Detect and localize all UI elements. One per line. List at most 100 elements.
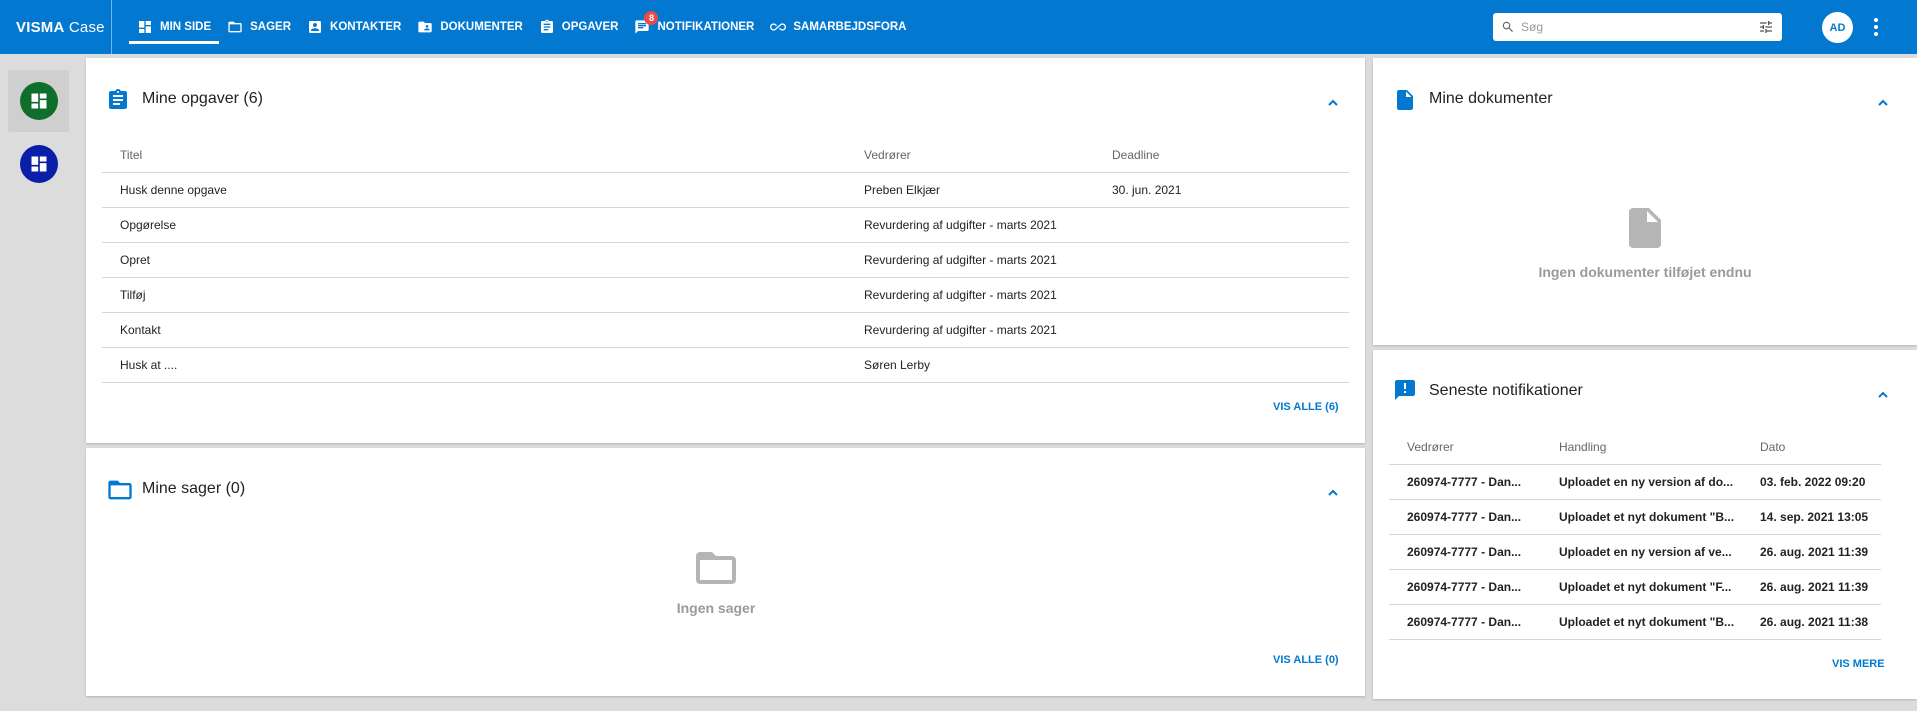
cases-card: Mine sager (0) Ingen sager VIS ALLE (0) bbox=[86, 448, 1365, 696]
app-logo[interactable]: VISMA Case bbox=[0, 0, 112, 54]
column-header[interactable]: Handling bbox=[1541, 430, 1742, 465]
nav-item-dokumenter[interactable]: DOKUMENTER bbox=[409, 0, 530, 54]
nav-label: NOTIFIKATIONER bbox=[657, 21, 755, 33]
assignment-icon bbox=[540, 19, 553, 33]
task-deadline bbox=[1094, 277, 1349, 313]
documents-card: Mine dokumenter Ingen dokumenter tilføje… bbox=[1373, 58, 1917, 345]
collapse-chevron-icon[interactable] bbox=[1877, 96, 1889, 108]
folder-shared-icon bbox=[418, 21, 433, 33]
card-header: Mine opgaver (6) bbox=[86, 58, 1365, 138]
empty-state-text: Ingen dokumenter tilføjet endnu bbox=[1538, 264, 1752, 280]
dashboard-icon bbox=[139, 21, 151, 33]
sidebar-dashboard-blue[interactable] bbox=[8, 133, 69, 195]
notification-action: Uploadet et nyt dokument "F... bbox=[1541, 569, 1742, 605]
search-icon bbox=[1502, 21, 1513, 32]
table-header-row: Titel Vedrører Deadline bbox=[102, 138, 1349, 173]
user-avatar[interactable]: AD bbox=[1822, 12, 1853, 43]
table-row[interactable]: Husk at .... Søren Lerby bbox=[102, 347, 1349, 383]
nav-label: MIN SIDE bbox=[160, 21, 212, 33]
task-title: Tilføj bbox=[102, 277, 846, 313]
notification-date: 26. aug. 2021 11:38 bbox=[1742, 604, 1881, 640]
notification-count-badge: 8 bbox=[644, 11, 659, 25]
nav-label: SAMARBEJDSFORA bbox=[793, 21, 907, 33]
notification-concerns: 260974-7777 - Dan... bbox=[1389, 499, 1541, 535]
card-title: Mine dokumenter bbox=[1429, 90, 1553, 107]
notification-action: Uploadet et nyt dokument "B... bbox=[1541, 499, 1742, 535]
table-row[interactable]: Tilføj Revurdering af udgifter - marts 2… bbox=[102, 277, 1349, 313]
nav-item-kontakter[interactable]: KONTAKTER bbox=[299, 0, 409, 54]
card-header: Mine dokumenter bbox=[1373, 58, 1917, 138]
search-input[interactable] bbox=[1521, 20, 1758, 34]
collapse-chevron-icon[interactable] bbox=[1327, 96, 1339, 108]
task-concerns: Revurdering af udgifter - marts 2021 bbox=[846, 312, 1094, 348]
nav-item-samarbejdsfora[interactable]: SAMARBEJDSFORA bbox=[762, 0, 914, 54]
infinity-icon bbox=[770, 23, 787, 31]
more-menu-icon[interactable] bbox=[1868, 15, 1884, 39]
task-concerns: Søren Lerby bbox=[846, 347, 1094, 383]
tasks-card: Mine opgaver (6) Titel Vedrører Deadline… bbox=[86, 58, 1365, 443]
contact-icon bbox=[309, 21, 322, 33]
table-row[interactable]: 260974-7777 - Dan... Uploadet et nyt dok… bbox=[1389, 569, 1881, 605]
show-all-tasks-button[interactable]: VIS ALLE (6) bbox=[1273, 401, 1339, 413]
dashboard-icon bbox=[19, 145, 58, 183]
task-title: Kontakt bbox=[102, 312, 846, 348]
task-concerns: Revurdering af udgifter - marts 2021 bbox=[846, 207, 1094, 243]
document-icon bbox=[1393, 86, 1417, 114]
notification-action: Uploadet en ny version af ve... bbox=[1541, 534, 1742, 570]
empty-state: Ingen sager bbox=[626, 544, 806, 616]
table-row[interactable]: 260974-7777 - Dan... Uploadet en ny vers… bbox=[1389, 464, 1881, 500]
dashboard-icon bbox=[19, 82, 58, 120]
show-all-cases-button[interactable]: VIS ALLE (0) bbox=[1273, 654, 1339, 666]
column-header[interactable]: Deadline bbox=[1094, 138, 1349, 173]
notification-date: 26. aug. 2021 11:39 bbox=[1742, 534, 1881, 570]
table-row[interactable]: Husk denne opgave Preben Elkjær 30. jun.… bbox=[102, 172, 1349, 208]
notification-concerns: 260974-7777 - Dan... bbox=[1389, 464, 1541, 500]
folder-empty-icon bbox=[696, 552, 736, 584]
task-deadline bbox=[1094, 312, 1349, 348]
table-row[interactable]: Kontakt Revurdering af udgifter - marts … bbox=[102, 312, 1349, 348]
table-header-row: Vedrører Handling Dato bbox=[1389, 430, 1881, 465]
column-header[interactable]: Vedrører bbox=[846, 138, 1094, 173]
nav-item-notifikationer[interactable]: 8 NOTIFIKATIONER bbox=[626, 0, 762, 54]
nav-item-min-side[interactable]: MIN SIDE bbox=[129, 0, 220, 54]
collapse-chevron-icon[interactable] bbox=[1327, 486, 1339, 498]
nav-item-opgaver[interactable]: OPGAVER bbox=[531, 0, 627, 54]
notifications-table: Vedrører Handling Dato 260974-7777 - Dan… bbox=[1389, 430, 1881, 640]
tasks-table: Titel Vedrører Deadline Husk denne opgav… bbox=[102, 138, 1349, 383]
filter-settings-icon[interactable] bbox=[1758, 19, 1774, 35]
column-header[interactable]: Titel bbox=[102, 138, 846, 173]
nav-label: KONTAKTER bbox=[330, 21, 402, 33]
folder-icon bbox=[228, 21, 242, 33]
card-title: Mine opgaver (6) bbox=[142, 90, 263, 107]
folder-icon bbox=[106, 476, 134, 504]
nav-label: SAGER bbox=[250, 21, 292, 33]
task-deadline bbox=[1094, 347, 1349, 383]
column-header[interactable]: Vedrører bbox=[1389, 430, 1541, 465]
show-more-notifications-button[interactable]: VIS MERE bbox=[1832, 658, 1885, 670]
nav-item-sager[interactable]: SAGER bbox=[219, 0, 299, 54]
task-deadline bbox=[1094, 207, 1349, 243]
empty-state: Ingen dokumenter tilføjet endnu bbox=[1515, 200, 1775, 280]
nav-label: DOKUMENTER bbox=[440, 21, 523, 33]
task-concerns: Preben Elkjær bbox=[846, 172, 1094, 208]
notification-concerns: 260974-7777 - Dan... bbox=[1389, 569, 1541, 605]
assignment-icon bbox=[106, 86, 130, 114]
notification-date: 26. aug. 2021 11:39 bbox=[1742, 569, 1881, 605]
card-header: Mine sager (0) bbox=[86, 448, 1365, 528]
table-row[interactable]: 260974-7777 - Dan... Uploadet en ny vers… bbox=[1389, 534, 1881, 570]
logo-bold-text: VISMA bbox=[16, 18, 65, 36]
task-title: Opgørelse bbox=[102, 207, 846, 243]
task-title: Husk at .... bbox=[102, 347, 846, 383]
table-row[interactable]: Opgørelse Revurdering af udgifter - mart… bbox=[102, 207, 1349, 243]
task-concerns: Revurdering af udgifter - marts 2021 bbox=[846, 277, 1094, 313]
collapse-chevron-icon[interactable] bbox=[1877, 388, 1889, 400]
table-row[interactable]: Opret Revurdering af udgifter - marts 20… bbox=[102, 242, 1349, 278]
sidebar-dashboard-green[interactable] bbox=[8, 70, 69, 132]
table-row[interactable]: 260974-7777 - Dan... Uploadet et nyt dok… bbox=[1389, 499, 1881, 535]
card-title: Seneste notifikationer bbox=[1429, 382, 1583, 399]
task-concerns: Revurdering af udgifter - marts 2021 bbox=[846, 242, 1094, 278]
column-header[interactable]: Dato bbox=[1742, 430, 1881, 465]
task-deadline bbox=[1094, 242, 1349, 278]
table-row[interactable]: 260974-7777 - Dan... Uploadet et nyt dok… bbox=[1389, 604, 1881, 640]
main-nav: MIN SIDE SAGER KONTAKTER DOKUMENTER OPGA… bbox=[129, 0, 914, 54]
